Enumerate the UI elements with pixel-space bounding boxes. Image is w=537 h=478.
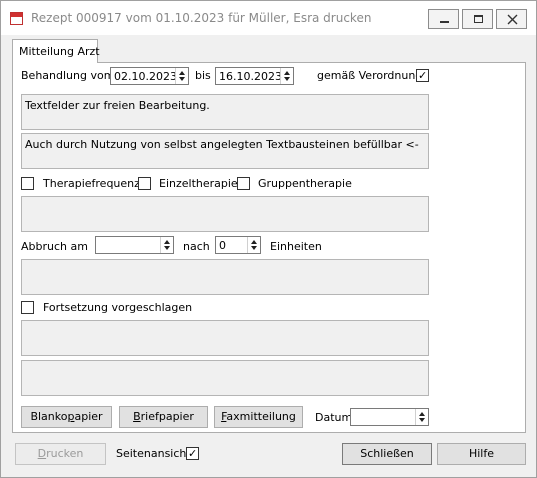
blankopapier-label-b: apier bbox=[74, 410, 103, 423]
behandlung-vom-label: Behandlung vom bbox=[21, 69, 115, 82]
tab-mitteilung-arzt[interactable]: Mitteilung Arzt bbox=[12, 39, 100, 63]
spin-arrows-icon[interactable] bbox=[175, 68, 188, 84]
close-icon bbox=[507, 14, 518, 25]
abbruch-text-field[interactable] bbox=[21, 259, 429, 295]
einzeltherapie-label: Einzeltherapie bbox=[159, 177, 238, 190]
verordnung-checkbox[interactable]: ✓ bbox=[416, 69, 429, 82]
briefpapier-label: riefpapier bbox=[140, 410, 194, 423]
therapiefrequenz-checkbox[interactable] bbox=[21, 177, 34, 190]
drucken-label: rucken bbox=[46, 447, 84, 460]
einheiten-label: Einheiten bbox=[270, 240, 322, 253]
datum-label: Datum bbox=[315, 411, 353, 424]
abbruch-date-field[interactable] bbox=[95, 236, 174, 254]
faxmitteilung-button[interactable]: Faxmitteilung bbox=[214, 406, 303, 428]
einheiten-value: 0 bbox=[219, 239, 226, 252]
checkmark-icon: ✓ bbox=[418, 69, 428, 82]
spin-arrows-icon[interactable] bbox=[415, 409, 428, 425]
schliessen-button[interactable]: Schließen bbox=[342, 443, 432, 465]
gruppentherapie-label: Gruppentherapie bbox=[258, 177, 352, 190]
einheiten-stepper[interactable]: 0 bbox=[215, 236, 261, 254]
from-date-value: 02.10.2023 bbox=[114, 70, 177, 83]
spin-arrows-icon[interactable] bbox=[247, 237, 260, 253]
blankopapier-label-a: Blanko bbox=[30, 410, 68, 423]
spin-arrows-icon[interactable] bbox=[160, 237, 173, 253]
faxmitteilung-label: axmitteilung bbox=[226, 410, 296, 423]
abbruch-am-label: Abbruch am bbox=[21, 240, 88, 253]
briefpapier-button[interactable]: Briefpapier bbox=[119, 406, 208, 428]
free-text-2-value: Auch durch Nutzung von selbst angelegten… bbox=[25, 138, 419, 151]
maximize-button[interactable] bbox=[462, 9, 493, 29]
free-text-field-2[interactable]: Auch durch Nutzung von selbst angelegten… bbox=[21, 133, 429, 169]
fortsetzung-text-field-2[interactable] bbox=[21, 360, 429, 396]
minimize-icon bbox=[440, 21, 449, 23]
gruppentherapie-checkbox[interactable] bbox=[237, 177, 250, 190]
free-text-1-value: Textfelder zur freien Bearbeitung. bbox=[25, 99, 210, 112]
therapiefrequenz-label: Therapiefrequenz bbox=[43, 177, 140, 190]
close-button[interactable] bbox=[496, 9, 527, 29]
fortsetzung-checkbox[interactable] bbox=[21, 301, 34, 314]
maximize-icon bbox=[474, 15, 483, 23]
fortsetzung-label: Fortsetzung vorgeschlagen bbox=[43, 301, 193, 314]
tab-label: Mitteilung Arzt bbox=[19, 45, 100, 58]
window-title: Rezept 000917 vom 01.10.2023 für Müller,… bbox=[31, 11, 372, 25]
datum-field[interactable] bbox=[350, 408, 429, 426]
checkmark-icon: ✓ bbox=[188, 447, 198, 460]
seitenansicht-label: Seitenansicht bbox=[116, 447, 191, 460]
behandlung-to-date-field[interactable]: 16.10.2023 bbox=[215, 67, 294, 85]
seitenansicht-checkbox[interactable]: ✓ bbox=[186, 447, 199, 460]
to-date-value: 16.10.2023 bbox=[219, 70, 282, 83]
app-icon bbox=[10, 12, 23, 25]
drucken-button[interactable]: Drucken bbox=[15, 443, 106, 465]
nach-label: nach bbox=[183, 240, 210, 253]
hilfe-button[interactable]: Hilfe bbox=[437, 443, 526, 465]
bis-label: bis bbox=[195, 69, 211, 82]
spin-arrows-icon[interactable] bbox=[280, 68, 293, 84]
einzeltherapie-checkbox[interactable] bbox=[138, 177, 151, 190]
free-text-field-1[interactable]: Textfelder zur freien Bearbeitung. bbox=[21, 94, 429, 130]
title-bar: Rezept 000917 vom 01.10.2023 für Müller,… bbox=[1, 1, 536, 35]
fortsetzung-text-field-1[interactable] bbox=[21, 320, 429, 356]
blankopapier-button[interactable]: Blankopapier bbox=[21, 406, 112, 428]
briefpapier-accel: B bbox=[133, 410, 141, 423]
print-dialog-window: Rezept 000917 vom 01.10.2023 für Müller,… bbox=[0, 0, 537, 478]
drucken-accel: D bbox=[37, 447, 47, 460]
minimize-button[interactable] bbox=[428, 9, 459, 29]
therapie-text-field[interactable] bbox=[21, 196, 429, 232]
verordnung-label: gemäß Verordnung bbox=[317, 69, 423, 82]
behandlung-from-date-field[interactable]: 02.10.2023 bbox=[110, 67, 189, 85]
